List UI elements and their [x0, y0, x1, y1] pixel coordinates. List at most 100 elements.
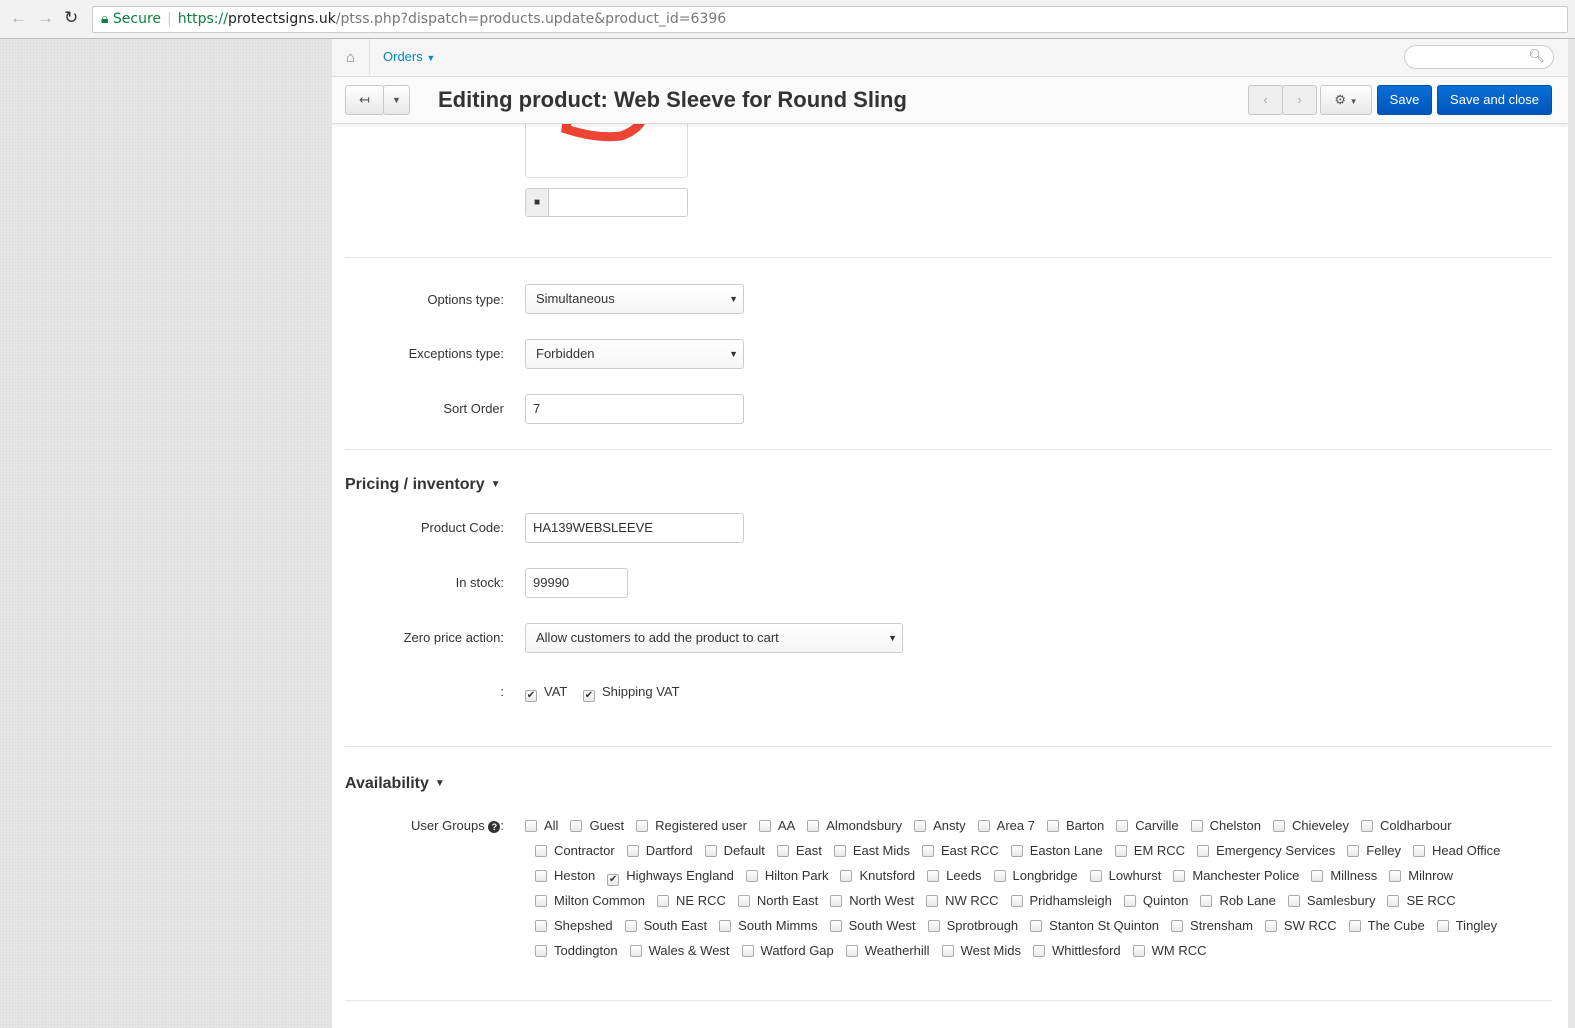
user-group-item[interactable]: Coldharbour [1361, 818, 1452, 833]
checkbox[interactable] [535, 920, 547, 932]
user-group-item[interactable]: Chelston [1190, 818, 1261, 833]
user-group-item[interactable]: Easton Lane [1010, 843, 1103, 858]
checkbox[interactable] [570, 820, 583, 832]
checkbox[interactable] [1173, 870, 1186, 882]
user-group-item[interactable]: Hilton Park [745, 868, 828, 883]
save-button[interactable]: Save [1377, 85, 1432, 115]
checkbox[interactable] [807, 820, 820, 832]
in-stock-input[interactable]: 99990 [525, 568, 628, 598]
back-button[interactable]: ↤ [345, 85, 384, 115]
user-group-item[interactable]: Contractor [535, 843, 615, 858]
user-group-item[interactable]: Milnrow [1389, 868, 1453, 883]
settings-button[interactable]: ⚙ ▼ [1320, 85, 1372, 115]
back-icon[interactable]: ← [10, 8, 27, 28]
user-group-item[interactable]: Strensham [1171, 918, 1253, 933]
user-group-item[interactable]: Tingley [1436, 918, 1497, 933]
checkbox[interactable] [1116, 820, 1129, 832]
user-group-item[interactable]: NE RCC [657, 893, 726, 908]
tax-vat[interactable]: ✔ VAT [525, 684, 567, 702]
user-group-item[interactable]: Manchester Police [1173, 868, 1299, 883]
user-group-item[interactable]: Dartford [626, 843, 693, 858]
checkbox[interactable] [745, 870, 758, 882]
tax-shipping-vat[interactable]: ✔ Shipping VAT [582, 684, 680, 702]
checkbox[interactable] [657, 895, 670, 907]
save-and-close-button[interactable]: Save and close [1437, 85, 1552, 115]
user-group-item[interactable]: Ansty [914, 818, 966, 833]
pricing-inventory-heading[interactable]: Pricing / inventory ▼ [345, 476, 501, 494]
checkbox[interactable] [1123, 895, 1136, 907]
user-group-item[interactable]: South Mimms [719, 918, 818, 933]
exceptions-type-select[interactable]: Forbidden ▼ [525, 339, 744, 369]
user-group-item[interactable]: East Mids [833, 843, 910, 858]
user-group-item[interactable]: NW RCC [926, 893, 999, 908]
checkbox[interactable] [758, 820, 771, 832]
user-group-item[interactable]: Chieveley [1272, 818, 1349, 833]
user-group-item[interactable]: East [776, 843, 822, 858]
checkbox[interactable] [840, 870, 853, 882]
user-group-item[interactable]: North East [737, 893, 818, 908]
checkbox[interactable] [624, 920, 637, 932]
checkbox[interactable] [914, 820, 927, 832]
user-group-item[interactable]: ✔ Highways England [607, 868, 734, 886]
checkbox[interactable] [927, 920, 940, 932]
checkbox[interactable] [830, 895, 843, 907]
checkbox[interactable] [1030, 920, 1043, 932]
checkbox[interactable] [1046, 820, 1059, 832]
user-group-item[interactable]: Samlesbury [1287, 893, 1375, 908]
user-group-item[interactable]: WM RCC [1132, 943, 1207, 958]
user-group-item[interactable]: East RCC [921, 843, 999, 858]
user-group-item[interactable]: Rob Lane [1200, 893, 1276, 908]
checkbox[interactable] [1200, 895, 1213, 907]
checkbox[interactable] [1412, 845, 1425, 857]
user-group-item[interactable]: Toddington [535, 943, 618, 958]
user-group-item[interactable]: Guest [570, 818, 624, 833]
checkbox[interactable] [1089, 870, 1102, 882]
user-group-item[interactable]: SE RCC [1387, 893, 1456, 908]
checkbox[interactable] [1132, 945, 1145, 957]
next-product-button[interactable]: › [1282, 85, 1317, 115]
checkbox[interactable] [1287, 895, 1300, 907]
user-group-item[interactable]: Weatherhill [845, 943, 930, 958]
checkbox[interactable] [1114, 845, 1127, 857]
zero-price-select[interactable]: Allow customers to add the product to ca… [525, 623, 903, 653]
user-group-item[interactable]: Default [704, 843, 765, 858]
checkbox[interactable] [1010, 845, 1023, 857]
checkbox[interactable] [535, 945, 547, 957]
user-group-item[interactable]: Longbridge [993, 868, 1078, 883]
user-group-item[interactable]: Quinton [1123, 893, 1188, 908]
user-group-item[interactable]: Pridhamsleigh [1010, 893, 1112, 908]
checkbox[interactable] [535, 895, 547, 907]
checkbox[interactable] [704, 845, 717, 857]
home-icon[interactable]: ⌂ [332, 39, 370, 77]
checkbox[interactable] [776, 845, 789, 857]
user-group-item[interactable]: All [525, 818, 558, 833]
checkbox[interactable] [1010, 895, 1023, 907]
user-group-item[interactable]: Milton Common [535, 893, 645, 908]
checkbox[interactable] [741, 945, 754, 957]
options-type-select[interactable]: Simultaneous ▼ [525, 284, 744, 314]
back-dropdown-button[interactable]: ▼ [383, 85, 410, 115]
prev-product-button[interactable]: ‹ [1248, 85, 1283, 115]
user-group-item[interactable]: Watford Gap [741, 943, 834, 958]
user-group-item[interactable]: South East [624, 918, 707, 933]
user-group-item[interactable]: Shepshed [535, 918, 613, 933]
checkbox[interactable] [1197, 845, 1210, 857]
checkbox[interactable] [1387, 895, 1400, 907]
user-group-item[interactable]: AA [758, 818, 795, 833]
user-group-item[interactable]: Sprotbrough [927, 918, 1018, 933]
availability-heading[interactable]: Availability ▼ [345, 775, 445, 793]
checkbox[interactable] [1311, 870, 1324, 882]
checkbox[interactable] [629, 945, 642, 957]
image-alt-input[interactable]: ■ [525, 188, 688, 217]
user-group-item[interactable]: Emergency Services [1197, 843, 1335, 858]
user-group-item[interactable]: Carville [1116, 818, 1179, 833]
user-group-item[interactable]: South West [829, 918, 916, 933]
user-group-item[interactable]: SW RCC [1264, 918, 1337, 933]
checkbox[interactable] [977, 820, 990, 832]
user-group-item[interactable]: Area 7 [977, 818, 1035, 833]
checkbox[interactable] [1436, 920, 1449, 932]
checkbox[interactable] [833, 845, 846, 857]
user-group-item[interactable]: Leeds [927, 868, 982, 883]
user-group-item[interactable]: Almondsbury [807, 818, 902, 833]
checkbox[interactable] [1361, 820, 1374, 832]
